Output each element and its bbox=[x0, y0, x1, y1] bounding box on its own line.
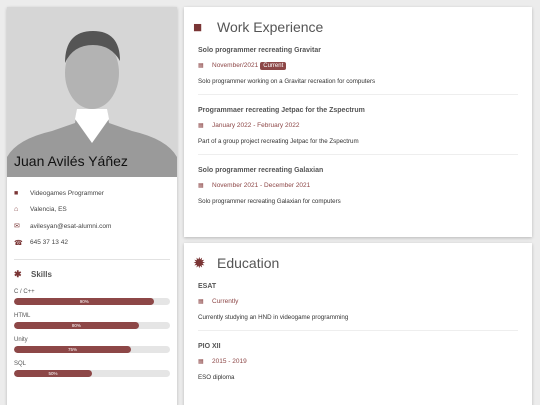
entry-date: ▦ 2015 - 2019 bbox=[198, 356, 518, 367]
phone-icon: ☎ bbox=[14, 239, 23, 247]
role-row: ■ Videogames Programmer bbox=[14, 185, 170, 201]
calendar-icon: ▦ bbox=[198, 183, 204, 189]
entry-date: ▦ January 2022 - February 2022 bbox=[198, 120, 518, 131]
location-text: Valencia, ES bbox=[30, 206, 67, 213]
skills-heading-text: Skills bbox=[31, 270, 52, 279]
entry-description: Currently studying an HND in videogame p… bbox=[198, 314, 349, 321]
home-icon: ⌂ bbox=[14, 206, 19, 213]
work-experience-card: ■ Work Experience Solo programmer recrea… bbox=[184, 7, 532, 237]
skill-bar: 75% bbox=[14, 345, 170, 353]
calendar-icon: ▦ bbox=[198, 63, 204, 69]
skill-item: HTML 80% bbox=[14, 310, 170, 329]
skill-label: HTML bbox=[14, 312, 31, 319]
skill-bar-fill: 50% bbox=[14, 369, 92, 377]
entry-description: Part of a group project recreating Jetpa… bbox=[198, 138, 359, 145]
skill-bar-fill: 75% bbox=[14, 345, 131, 353]
phone-row: ☎ 645 37 13 42 bbox=[14, 235, 170, 251]
asterisk-icon: ✱ bbox=[14, 269, 22, 279]
email-row[interactable]: ✉ avilesyan@esat-alumni.com bbox=[14, 218, 170, 234]
role-text: Videogames Programmer bbox=[30, 189, 104, 197]
work-heading-text: Work Experience bbox=[217, 19, 324, 35]
work-entry: Programmaer recreating Jetpac for the Zs… bbox=[198, 107, 518, 155]
suitcase-icon: ■ bbox=[193, 18, 203, 36]
profile-sidebar: Juan Avilés Yáñez ■ Videogames Programme… bbox=[7, 7, 177, 405]
skills-heading: ✱ Skills bbox=[14, 269, 170, 281]
entry-title: Programmaer recreating Jetpac for the Zs… bbox=[198, 107, 365, 114]
profile-name: Juan Avilés Yáñez bbox=[14, 153, 128, 169]
work-entry: Solo programmer recreating Gravitar ▦ No… bbox=[198, 47, 518, 95]
current-badge: Current bbox=[260, 61, 287, 70]
skill-label: SQL bbox=[14, 360, 27, 367]
briefcase-icon: ■ bbox=[14, 189, 19, 197]
entry-date-text: November/2021 bbox=[212, 62, 259, 69]
skill-label: Unity bbox=[14, 336, 28, 343]
avatar-placeholder-icon bbox=[7, 7, 177, 177]
entry-date-text: 2015 - 2019 bbox=[212, 358, 247, 365]
contact-info: ■ Videogames Programmer ⌂ Valencia, ES ✉… bbox=[7, 177, 177, 377]
profile-photo: Juan Avilés Yáñez bbox=[7, 7, 177, 177]
skill-bar-fill: 80% bbox=[14, 321, 139, 329]
skill-bar: 90% bbox=[14, 297, 170, 305]
location-row: ⌂ Valencia, ES bbox=[14, 202, 170, 218]
education-heading-text: Education bbox=[217, 255, 280, 271]
work-entry: Solo programmer recreating Galaxian ▦ No… bbox=[198, 167, 518, 214]
work-experience-heading: ■ Work Experience bbox=[184, 7, 532, 47]
entry-title: ESAT bbox=[198, 283, 217, 290]
entry-date-text: January 2022 - February 2022 bbox=[212, 122, 300, 129]
entry-date-text: Currently bbox=[212, 298, 239, 305]
certificate-icon: ✹ bbox=[193, 255, 206, 272]
skill-item: C / C++ 90% bbox=[14, 286, 170, 305]
calendar-icon: ▦ bbox=[198, 299, 204, 305]
calendar-icon: ▦ bbox=[198, 359, 204, 365]
skill-bar-fill: 90% bbox=[14, 297, 155, 305]
entry-date-text: November 2021 - December 2021 bbox=[212, 182, 311, 189]
entry-description: Solo programmer recreating Galaxian for … bbox=[198, 198, 341, 205]
skill-bar: 80% bbox=[14, 321, 170, 329]
education-entry: PIO XII ▦ 2015 - 2019 ESO diploma bbox=[198, 343, 518, 390]
entry-title: Solo programmer recreating Gravitar bbox=[198, 47, 321, 54]
email-link[interactable]: avilesyan@esat-alumni.com bbox=[30, 223, 111, 230]
skill-label: C / C++ bbox=[14, 288, 35, 295]
calendar-icon: ▦ bbox=[198, 123, 204, 129]
entry-date: ▦ November 2021 - December 2021 bbox=[198, 180, 518, 191]
phone-text: 645 37 13 42 bbox=[30, 239, 68, 246]
education-card: ✹ Education ESAT ▦ Currently Currently s… bbox=[184, 243, 532, 405]
entry-description: ESO diploma bbox=[198, 374, 235, 381]
skill-item: Unity 75% bbox=[14, 334, 170, 353]
entry-title: PIO XII bbox=[198, 343, 221, 350]
entry-date: ▦ November/2021 Current bbox=[198, 60, 518, 71]
divider bbox=[14, 258, 170, 260]
entry-title: Solo programmer recreating Galaxian bbox=[198, 167, 324, 174]
education-heading: ✹ Education bbox=[184, 243, 532, 283]
envelope-icon: ✉ bbox=[14, 223, 20, 230]
skill-bar: 50% bbox=[14, 369, 170, 377]
education-entry: ESAT ▦ Currently Currently studying an H… bbox=[198, 283, 518, 331]
entry-description: Solo programmer working on a Gravitar re… bbox=[198, 78, 376, 85]
entry-date: ▦ Currently bbox=[198, 296, 518, 307]
skill-item: SQL 50% bbox=[14, 358, 170, 377]
